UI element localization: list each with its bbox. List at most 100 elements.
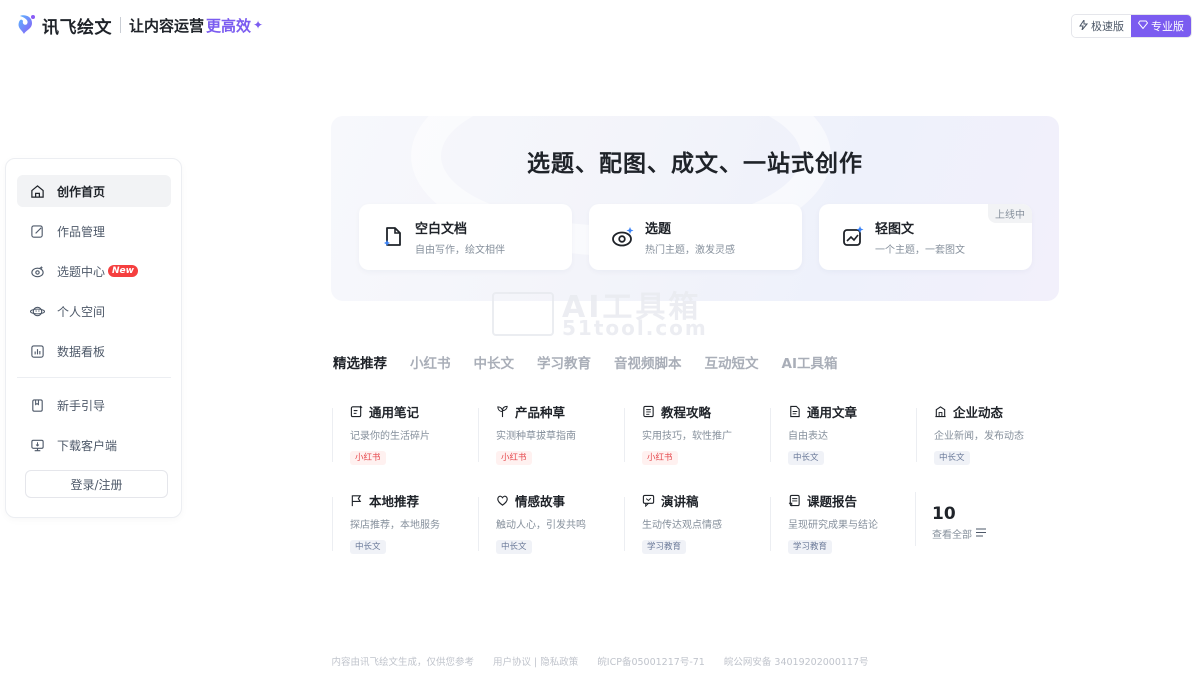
tab-education[interactable]: 学习教育: [537, 352, 591, 372]
divider: [120, 17, 121, 33]
sidebar-item-guide[interactable]: 新手引导: [17, 389, 171, 421]
template-card-tutorial[interactable]: 教程攻略 实用技巧，软性推广 小红书: [624, 402, 770, 466]
template-title: 课题报告: [807, 494, 858, 509]
footer-police-record[interactable]: 皖公网安备 34019202000117号: [724, 657, 869, 668]
sidebar-divider: [17, 377, 171, 378]
lightning-icon: [1079, 17, 1089, 33]
template-title: 通用笔记: [369, 405, 420, 420]
image-sparkle-icon: [841, 225, 865, 249]
footer-agreement-links[interactable]: 用户协议 | 隐私政策: [493, 657, 578, 668]
building-icon: [934, 405, 947, 418]
template-card-speech[interactable]: 演讲稿 生动传达观点情感 学习教育: [624, 491, 770, 555]
template-card-local-recommend[interactable]: 本地推荐 探店推荐，本地服务 中长文: [332, 491, 478, 555]
card-description: 一个主题，一套图文: [875, 245, 965, 256]
planet-icon: [29, 303, 45, 319]
watermark-url: 51tool.com: [562, 316, 708, 340]
tab-featured[interactable]: 精选推荐: [333, 352, 387, 372]
heart-icon: [496, 494, 509, 507]
template-tag: 学习教育: [788, 540, 833, 554]
tab-ai-toolbox[interactable]: AI工具箱: [782, 352, 838, 372]
light-graphic-card[interactable]: 轻图文 一个主题，一套图文 上线中: [819, 204, 1032, 270]
template-card-company-news[interactable]: 企业动态 企业新闻，发布动态 中长文: [916, 402, 1062, 466]
template-title: 情感故事: [515, 494, 566, 509]
template-description: 实用技巧，软性推广: [642, 431, 732, 442]
footer-disclaimer: 内容由讯飞绘文生成，仅供您参考: [331, 657, 474, 668]
pro-version-button[interactable]: 专业版: [1131, 15, 1191, 37]
sidebar-item-home[interactable]: 创作首页: [17, 175, 171, 207]
tab-interactive[interactable]: 互动短文: [705, 352, 759, 372]
template-tag: 小红书: [496, 451, 532, 465]
template-count: 10: [932, 504, 956, 524]
footer: 内容由讯飞绘文生成，仅供您参考 用户协议 | 隐私政策 皖ICP备0500121…: [0, 654, 1200, 668]
logo-icon: [16, 12, 38, 38]
template-description: 自由表达: [788, 431, 828, 442]
tab-xiaohongshu[interactable]: 小红书: [410, 352, 451, 372]
login-register-button[interactable]: 登录/注册: [25, 470, 168, 498]
fast-version-button[interactable]: 极速版: [1072, 15, 1131, 37]
template-title: 通用文章: [807, 405, 858, 420]
category-tabs: 精选推荐 小红书 中长文 学习教育 音视频脚本 互动短文 AI工具箱: [333, 352, 860, 372]
list-icon: [642, 405, 655, 418]
eye-sparkle-icon: [611, 225, 635, 249]
template-tag: 学习教育: [642, 540, 687, 554]
home-icon: [29, 183, 45, 199]
chart-icon: [29, 343, 45, 359]
sidebar-item-label: 作品管理: [57, 224, 106, 239]
view-all-button[interactable]: 10 查看全部: [915, 492, 1015, 552]
sidebar-item-topics[interactable]: 选题中心 New: [17, 255, 171, 287]
template-tag: 小红书: [350, 451, 386, 465]
sidebar-item-label: 下载客户端: [57, 438, 118, 453]
watermark: AI工具箱 51tool.com: [492, 282, 712, 342]
sidebar-item-download-client[interactable]: 下载客户端: [17, 429, 171, 461]
logo[interactable]: 讯飞绘文 让内容运营 更高效 ✦: [16, 12, 263, 38]
template-card-emotional-story[interactable]: 情感故事 触动人心，引发共鸣 中长文: [478, 491, 624, 555]
header: 讯飞绘文 让内容运营 更高效 ✦ 极速版 专业版: [0, 0, 1200, 52]
sidebar-item-label: 新手引导: [57, 398, 106, 413]
monitor-icon: [29, 437, 45, 453]
sidebar-item-dashboard[interactable]: 数据看板: [17, 335, 171, 367]
template-title: 教程攻略: [661, 405, 712, 420]
hero-title: 选题、配图、成文、一站式创作: [527, 151, 863, 177]
template-description: 触动人心，引发共鸣: [496, 520, 586, 531]
logo-text: 讯飞绘文: [42, 17, 112, 38]
template-description: 实测种草拔草指南: [496, 431, 576, 442]
diamond-icon: [1137, 20, 1149, 32]
watermark-logo: [492, 292, 554, 336]
template-card-research-report[interactable]: 课题报告 呈现研究成果与结论 学习教育: [770, 491, 916, 555]
template-card-product-recommend[interactable]: 产品种草 实测种草拔草指南 小红书: [478, 402, 624, 466]
template-tag: 中长文: [496, 540, 532, 554]
status-badge: 上线中: [988, 204, 1032, 223]
template-card-general-note[interactable]: 通用笔记 记录你的生活碎片 小红书: [332, 402, 478, 466]
sidebar: 创作首页 作品管理 选题中心 New 个人空间 数据看板 新手引导 下载客户端 …: [5, 158, 182, 518]
topic-card[interactable]: 选题 热门主题，激发灵感: [589, 204, 802, 270]
template-tag: 中长文: [788, 451, 824, 465]
fast-version-label: 极速版: [1091, 20, 1124, 33]
tab-long-article[interactable]: 中长文: [474, 352, 515, 372]
sparkle-icon: ✦: [253, 18, 264, 32]
template-description: 呈现研究成果与结论: [788, 520, 878, 531]
flag-icon: [350, 494, 363, 507]
template-description: 记录你的生活碎片: [350, 431, 430, 442]
sidebar-item-personal-space[interactable]: 个人空间: [17, 295, 171, 327]
footer-icp[interactable]: 皖ICP备05001217号-71: [597, 657, 705, 668]
template-tag: 中长文: [350, 540, 386, 554]
sidebar-item-works[interactable]: 作品管理: [17, 215, 171, 247]
template-title: 产品种草: [515, 405, 566, 420]
template-tag: 小红书: [642, 451, 678, 465]
book-icon: [29, 397, 45, 413]
tab-video-script[interactable]: 音视频脚本: [614, 352, 682, 372]
template-title: 企业动态: [953, 405, 1004, 420]
note-icon: [350, 405, 363, 418]
template-description: 探店推荐，本地服务: [350, 520, 440, 531]
report-icon: [788, 494, 801, 507]
sprout-icon: [496, 405, 509, 418]
sidebar-item-label: 数据看板: [57, 344, 106, 359]
template-card-general-article[interactable]: 通用文章 自由表达 中长文: [770, 402, 916, 466]
card-title: 选题: [645, 222, 672, 237]
sidebar-item-label: 创作首页: [57, 184, 106, 199]
view-all-label: 查看全部: [932, 530, 972, 541]
speech-icon: [642, 494, 655, 507]
slogan-accent: 更高效: [206, 16, 252, 35]
blank-document-card[interactable]: 空白文档 自由写作，绘文相伴: [359, 204, 572, 270]
template-title: 本地推荐: [369, 494, 420, 509]
